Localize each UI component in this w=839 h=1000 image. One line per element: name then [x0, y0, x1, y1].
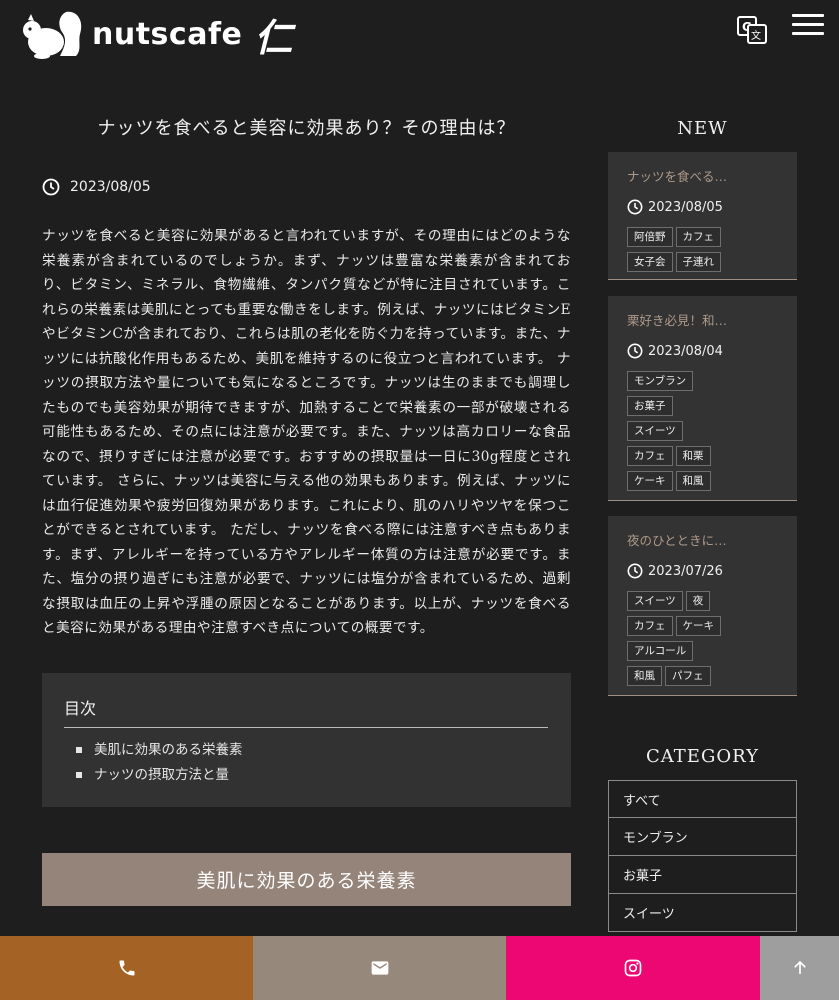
- new-post-card[interactable]: 栗好き必見！和… 2023/08/04 モンブラン お菓子 スイーツ カフェ 和栗…: [608, 296, 797, 501]
- post-tags: モンブラン お菓子 スイーツ カフェ 和栗 ケーキ 和風: [627, 369, 778, 494]
- new-post-card[interactable]: 夜のひとときに… 2023/07/26 スイーツ夜 カフェ ケーキ アルコール 和…: [608, 516, 797, 696]
- arrow-up-icon: [793, 960, 806, 974]
- tag[interactable]: スイーツ: [627, 421, 683, 441]
- toc-item[interactable]: ナッツの摂取方法と量: [76, 763, 549, 788]
- phone-icon: [119, 960, 134, 976]
- post-date: 2023/08/04: [627, 343, 778, 359]
- post-title[interactable]: 夜のひとときに…: [627, 530, 778, 549]
- article: ナッツを食べると美容に効果あり？その理由は？ 2023/08/05 ナッツを食べ…: [42, 96, 571, 807]
- tag[interactable]: 和風: [627, 666, 662, 686]
- post-tags: 阿倍野 カフェ 女子会 子連れ: [627, 225, 778, 275]
- clock-icon: [627, 343, 643, 359]
- article-title: ナッツを食べると美容に効果あり？その理由は？: [97, 118, 516, 139]
- category-list: すべて モンブラン お菓子 スイーツ: [608, 780, 797, 932]
- category-item[interactable]: お菓子: [608, 856, 797, 894]
- tag[interactable]: アルコール: [627, 641, 694, 661]
- section-heading: 美肌に効果のある栄養素: [42, 853, 571, 906]
- tag[interactable]: カフェ: [627, 616, 673, 636]
- article-body: ナッツを食べると美容に効果があると言われていますが、その理由にはどのような栄養素…: [42, 228, 571, 636]
- post-date: 2023/07/26: [627, 563, 778, 579]
- instagram-button[interactable]: [506, 936, 760, 1000]
- category-item[interactable]: すべて: [608, 780, 797, 818]
- phone-button[interactable]: [0, 936, 253, 1000]
- tag[interactable]: スイーツ: [627, 591, 683, 611]
- menu-bar: [792, 23, 824, 26]
- category-item[interactable]: スイーツ: [608, 894, 797, 932]
- toc-item[interactable]: 美肌に効果のある栄養素: [76, 738, 549, 763]
- tag[interactable]: 和風: [675, 471, 711, 491]
- tag[interactable]: お菓子: [627, 396, 673, 416]
- translate-icon: G 文: [737, 16, 767, 44]
- tag[interactable]: 子連れ: [675, 252, 721, 272]
- tag[interactable]: 阿倍野: [627, 227, 673, 247]
- tag[interactable]: 女子会: [627, 252, 673, 272]
- translate-button[interactable]: G 文: [736, 14, 768, 46]
- menu-bar: [792, 14, 824, 17]
- article-date-text: 2023/08/05: [70, 179, 151, 195]
- clock-icon: [627, 199, 643, 215]
- svg-text:文: 文: [751, 29, 761, 42]
- toc-title: 目次: [64, 695, 548, 728]
- menu-bar: [792, 32, 824, 35]
- tag[interactable]: モンブラン: [627, 371, 694, 391]
- logo-kanji: 仁: [254, 14, 293, 60]
- new-post-card[interactable]: ナッツを食べる… 2023/08/05 阿倍野 カフェ 女子会 子連れ: [608, 152, 797, 280]
- tag[interactable]: ケーキ: [627, 471, 673, 491]
- post-tags: スイーツ夜 カフェ ケーキ アルコール 和風 パフェ: [627, 589, 778, 689]
- site-logo[interactable]: nutscafe 仁: [20, 8, 292, 60]
- article-date: 2023/08/05: [42, 178, 571, 196]
- toc-list: 美肌に効果のある栄養素 ナッツの摂取方法と量: [76, 738, 549, 788]
- table-of-contents: 目次 美肌に効果のある栄養素 ナッツの摂取方法と量: [42, 672, 571, 807]
- category-heading: CATEGORY: [646, 746, 759, 767]
- post-date-text: 2023/08/05: [648, 199, 723, 215]
- instagram-icon: [624, 959, 642, 977]
- post-date-text: 2023/07/26: [648, 563, 723, 579]
- tag[interactable]: パフェ: [665, 666, 711, 686]
- back-to-top-button[interactable]: [760, 936, 839, 1000]
- logo-text: nutscafe: [92, 16, 243, 52]
- post-date-text: 2023/08/04: [648, 343, 723, 359]
- tag[interactable]: ケーキ: [675, 616, 721, 636]
- tag[interactable]: カフェ: [675, 227, 721, 247]
- tag[interactable]: カフェ: [627, 446, 673, 466]
- category-item[interactable]: モンブラン: [608, 818, 797, 856]
- bottom-action-bar: [0, 936, 839, 1000]
- mail-button[interactable]: [253, 936, 506, 1000]
- tag[interactable]: 和栗: [675, 446, 711, 466]
- hamburger-menu-button[interactable]: [792, 14, 824, 36]
- post-date: 2023/08/05: [627, 199, 778, 215]
- post-title[interactable]: 栗好き必見！和…: [627, 310, 778, 329]
- tag[interactable]: 夜: [685, 591, 711, 611]
- new-posts-heading: NEW: [677, 118, 728, 139]
- clock-icon: [42, 178, 60, 196]
- squirrel-icon: [23, 11, 82, 59]
- post-title[interactable]: ナッツを食べる…: [627, 166, 778, 185]
- clock-icon: [627, 563, 643, 579]
- mail-icon: [371, 961, 388, 975]
